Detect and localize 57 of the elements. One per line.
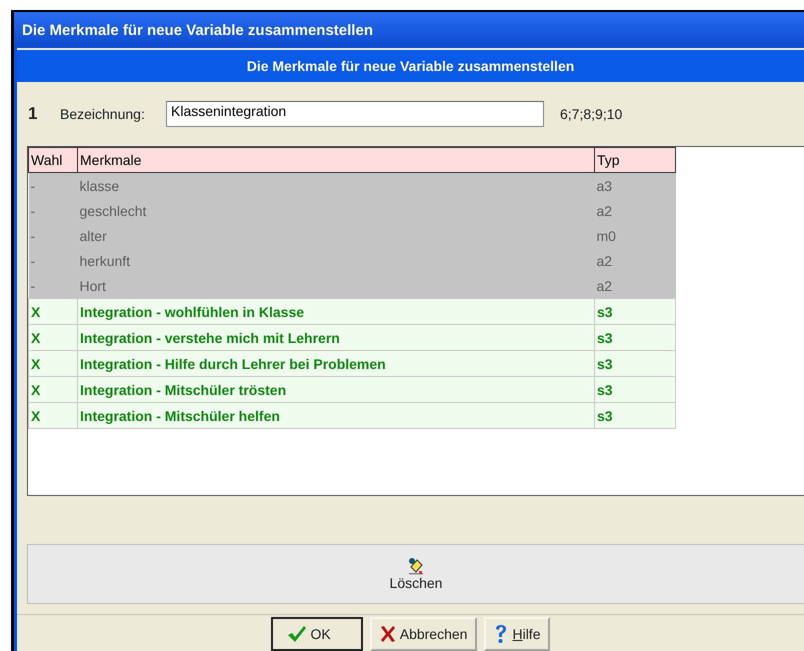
table-cell: X — [28, 402, 78, 428]
table-cell: geschlecht — [78, 198, 594, 223]
cancel-button[interactable]: Abbrechen — [370, 617, 478, 651]
table-cell: s3 — [594, 402, 676, 428]
name-field[interactable]: Klassenintegration — [166, 101, 544, 127]
table-cell: Integration - Mitschüler trösten — [78, 376, 594, 402]
table-cell: Integration - verstehe mich mit Lehrern — [78, 324, 594, 350]
table-cell: X — [28, 350, 78, 376]
table-cell: a2 — [594, 248, 676, 273]
table-cell: - — [28, 248, 78, 273]
column-header: Merkmale — [78, 148, 594, 172]
pen-eraser-icon — [407, 557, 425, 575]
table-cell: alter — [78, 223, 594, 248]
ok-button[interactable]: OK — [270, 617, 363, 651]
table-row[interactable]: X Integration - Mitschüler trösten s3 — [28, 376, 676, 402]
dialog-header: Die Merkmale für neue Variable zusammenstellen — [17, 50, 804, 82]
table-cell: s3 — [594, 350, 676, 376]
column-header: Typ — [594, 148, 676, 172]
table-row[interactable]: X Integration - Hilfe durch Lehrer bei Problemen s3 — [28, 350, 676, 376]
table-cell: Hort — [78, 273, 594, 298]
table-row[interactable]: X Integration - wohlfühlen in Klasse s3 — [28, 298, 676, 324]
table-cell: X — [28, 376, 78, 402]
table-cell: X — [28, 324, 78, 350]
table-cell: Integration - Mitschüler helfen — [78, 402, 594, 428]
codes-text: 6;7;8;9;10 — [560, 106, 622, 122]
cross-icon — [380, 625, 396, 643]
name-label: Bezeichnung: — [60, 106, 146, 122]
question-mark-icon — [494, 624, 508, 644]
table-cell: - — [28, 198, 78, 223]
window-title: Die Merkmale für neue Variable zusammenstellen — [22, 22, 373, 38]
table-cell: Integration - Hilfe durch Lehrer bei Problemen — [78, 350, 594, 376]
table-row[interactable]: X Integration - verstehe mich mit Lehrern s3 — [28, 324, 676, 350]
table-row[interactable]: - alter m0 — [28, 223, 676, 248]
table-cell: Integration - wohlfühlen in Klasse — [78, 298, 594, 324]
table-cell: a2 — [594, 273, 676, 298]
table-row[interactable]: - geschlecht a2 — [28, 198, 676, 223]
table-cell: s3 — [594, 376, 676, 402]
checkmark-icon — [286, 625, 306, 643]
table-cell: - — [28, 172, 78, 198]
table-cell: - — [28, 223, 78, 248]
table-cell: m0 — [594, 223, 676, 248]
variable-number: 1 — [28, 104, 38, 124]
table-cell: X — [28, 298, 78, 324]
column-header: Wahl — [28, 148, 78, 172]
delete-button[interactable]: Löschen — [390, 557, 442, 591]
table-row[interactable]: - klasse a3 — [28, 172, 676, 198]
table-row[interactable]: - Hort a2 — [28, 273, 676, 298]
table-cell: - — [28, 273, 78, 298]
table-cell: a2 — [594, 198, 676, 223]
table-cell: klasse — [78, 172, 594, 198]
table-cell: s3 — [594, 324, 676, 350]
help-button[interactable]: Hilfe — [484, 617, 550, 651]
table-row[interactable]: X Integration - Mitschüler helfen s3 — [28, 402, 676, 428]
table-row[interactable]: - herkunft a2 — [28, 248, 676, 273]
table-cell: herkunft — [78, 248, 594, 273]
table-cell: s3 — [594, 298, 676, 324]
table-cell: a3 — [594, 172, 676, 198]
